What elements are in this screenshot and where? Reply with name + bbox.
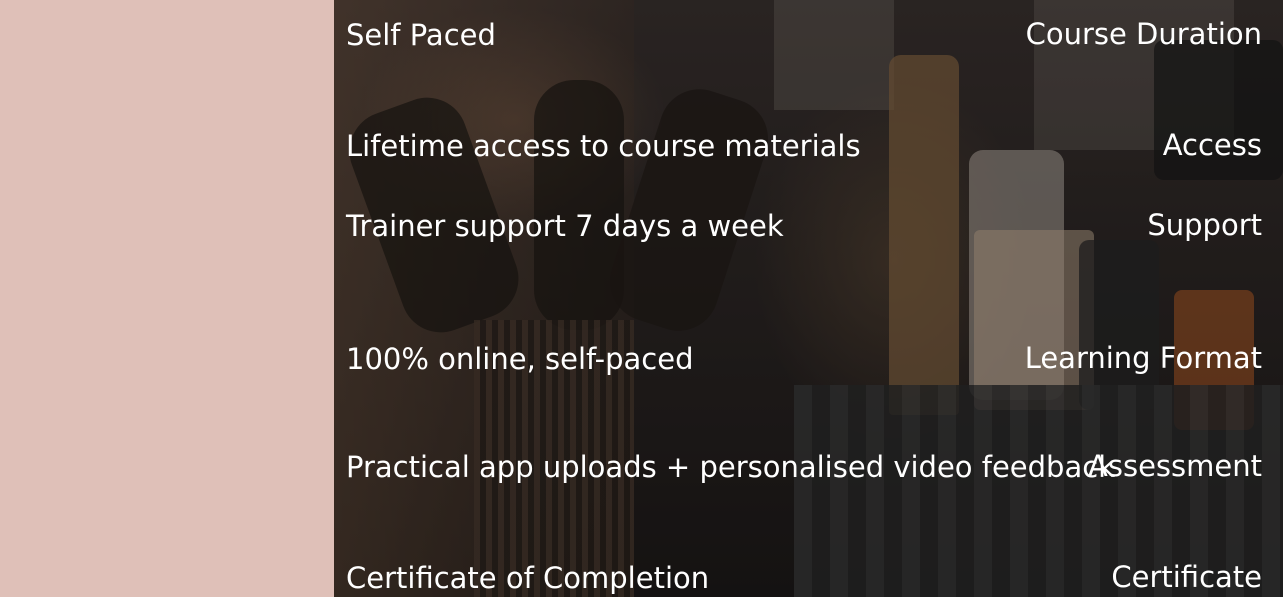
row-label-course-duration: Course Duration	[1025, 17, 1262, 51]
course-details-panel: Course Duration Self Paced Access Lifeti…	[0, 0, 1283, 597]
row-value-learning-format: 100% online, self-paced	[346, 342, 694, 376]
row-label-learning-format: Learning Format	[1024, 341, 1262, 375]
photo-dark-overlay	[334, 0, 1283, 597]
row-label-certificate: Certificate	[1111, 560, 1262, 594]
background-photo	[334, 0, 1283, 597]
row-value-certificate: Certificate of Completion	[346, 561, 710, 595]
row-value-access: Lifetime access to course materials	[346, 129, 861, 163]
row-label-support: Support	[1147, 208, 1262, 242]
label-column	[0, 0, 334, 597]
row-value-course-duration: Self Paced	[346, 18, 496, 52]
row-label-access: Access	[1162, 128, 1262, 162]
row-value-assessment: Practical app uploads + personalised vid…	[346, 450, 1115, 484]
row-value-support: Trainer support 7 days a week	[346, 209, 784, 243]
